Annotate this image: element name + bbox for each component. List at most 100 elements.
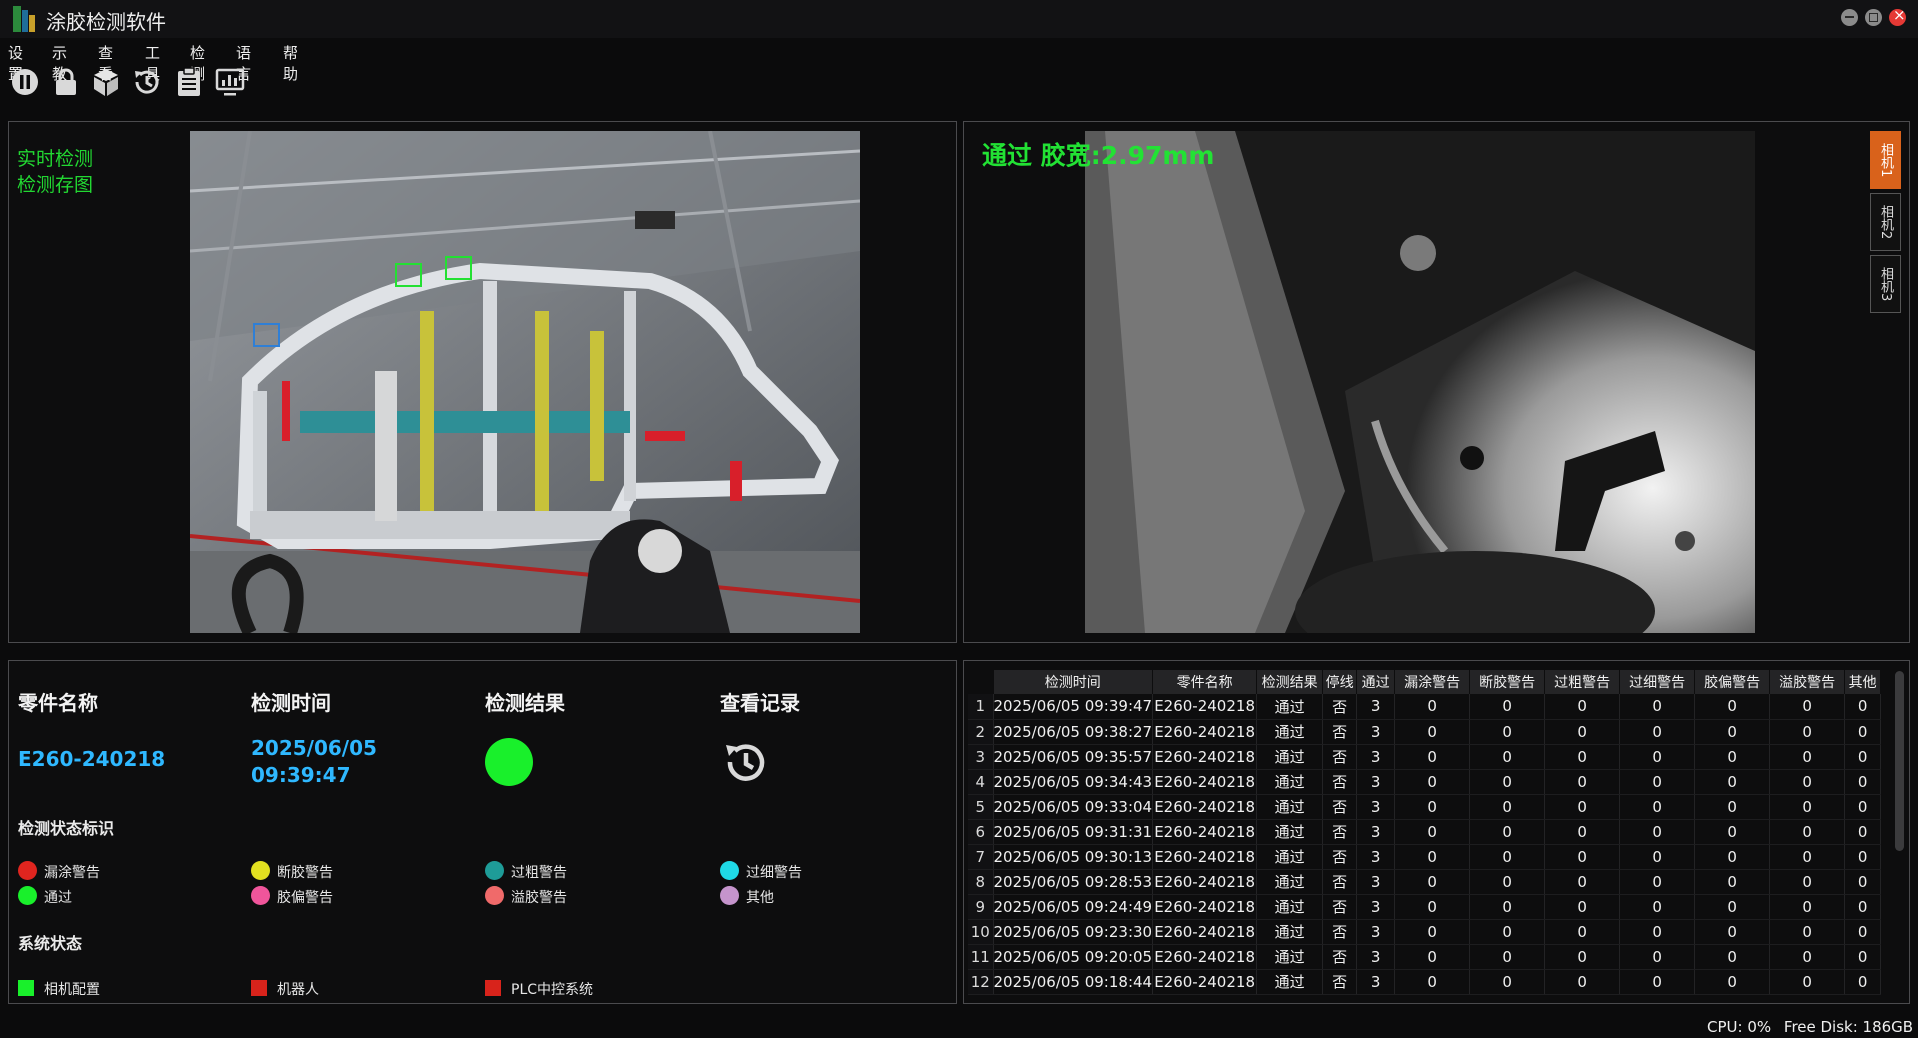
table-cell: 0 xyxy=(1469,744,1546,770)
system-status-label: 相机配置 xyxy=(44,982,100,998)
table-cell: 0 xyxy=(1619,844,1696,870)
column-header[interactable]: 溢胶警告 xyxy=(1769,670,1846,694)
maximize-button[interactable] xyxy=(1865,9,1882,26)
table-cell: 0 xyxy=(1619,794,1696,820)
table-cell: 通过 xyxy=(1256,719,1324,745)
table-row[interactable]: 1 2025/06/05 09:39:47 E260-240218 通过否 3 0 0 0 0 0… xyxy=(968,694,1882,720)
view-records-button[interactable] xyxy=(721,737,771,787)
column-header[interactable]: 过粗警告 xyxy=(1544,670,1621,694)
table-cell: 3 xyxy=(1356,844,1396,870)
table-cell: 否 xyxy=(1322,894,1358,920)
legend-dot xyxy=(251,886,270,905)
history-button[interactable] xyxy=(131,66,163,100)
column-header[interactable]: 零件名称 xyxy=(1152,670,1258,694)
table-cell: 通过 xyxy=(1256,694,1324,720)
camera-view-panel: 通过 胶宽:2.97mm 相机1 相机2 相机3 xyxy=(963,121,1910,643)
check-result-header: 检测结果 xyxy=(485,691,565,715)
table-cell: 0 xyxy=(1844,794,1882,820)
table-row[interactable]: 5 2025/06/05 09:33:04 E260-240218 通过否 3 0 0 0 0 0… xyxy=(968,794,1882,820)
records-table-panel: 检测时间 零件名称 检测结果 停线 通过 漏涂警告 断胶警告 过粗警告 过细警告 胶偏警告 溢胶警告… xyxy=(963,660,1910,1004)
column-header[interactable]: 停线 xyxy=(1322,670,1358,694)
statistics-button[interactable] xyxy=(214,66,246,100)
table-cell: E260-240218 xyxy=(1152,844,1258,870)
table-cell: 0 xyxy=(1694,769,1771,795)
table-row[interactable]: 12 2025/06/05 09:18:44 E260-240218 通过否 3 0 0 0 0… xyxy=(968,969,1882,995)
system-status-title: 系统状态 xyxy=(18,934,83,953)
table-cell: E260-240218 xyxy=(1152,694,1258,720)
column-header[interactable]: 漏涂警告 xyxy=(1394,670,1471,694)
table-cell: 2025/06/05 09:33:04 xyxy=(993,794,1154,820)
system-status-label: PLC中控系统 xyxy=(511,982,594,998)
table-cell: 0 xyxy=(1769,894,1846,920)
table-cell: 0 xyxy=(1394,969,1471,995)
saved-images-link[interactable]: 检测存图 xyxy=(17,170,93,197)
lock-icon xyxy=(56,68,76,95)
tab-camera-2-label: 相机2 xyxy=(1878,204,1893,240)
cpu-usage: CPU: 0% xyxy=(1707,1018,1772,1036)
table-cell: 0 xyxy=(1694,894,1771,920)
column-header[interactable]: 通过 xyxy=(1356,670,1396,694)
column-header[interactable]: 断胶警告 xyxy=(1469,670,1546,694)
table-row[interactable]: 8 2025/06/05 09:28:53 E260-240218 通过否 3 0 0 0 0 0… xyxy=(968,869,1882,895)
table-row[interactable]: 10 2025/06/05 09:23:30 E260-240218 通过否 3 0 0 0 0… xyxy=(968,919,1882,945)
row-index: 11 xyxy=(968,944,994,970)
table-cell: 0 xyxy=(1469,969,1546,995)
table-cell: 0 xyxy=(1769,869,1846,895)
cube-icon xyxy=(94,69,118,96)
table-cell: 否 xyxy=(1322,819,1358,845)
title-bar: 涂胶检测软件 xyxy=(0,0,1918,38)
table-cell: 通过 xyxy=(1256,844,1324,870)
table-scrollbar[interactable] xyxy=(1895,671,1904,851)
table-cell: 通过 xyxy=(1256,744,1324,770)
table-row[interactable]: 9 2025/06/05 09:24:49 E260-240218 通过否 3 0 0 0 0 0… xyxy=(968,894,1882,920)
row-index: 5 xyxy=(968,794,994,820)
column-header[interactable]: 其他 xyxy=(1844,670,1882,694)
table-cell: 0 xyxy=(1394,919,1471,945)
tab-camera-2[interactable]: 相机2 xyxy=(1870,193,1901,251)
table-cell: 0 xyxy=(1619,919,1696,945)
table-cell: 0 xyxy=(1694,719,1771,745)
column-header[interactable]: 胶偏警告 xyxy=(1694,670,1771,694)
table-cell: 0 xyxy=(1469,794,1546,820)
column-header[interactable]: 检测时间 xyxy=(993,670,1154,694)
pause-button[interactable] xyxy=(9,66,41,100)
table-cell: 0 xyxy=(1769,919,1846,945)
legend-label: 漏涂警告 xyxy=(44,865,100,881)
table-row[interactable]: 2 2025/06/05 09:38:27 E260-240218 通过否 3 0 0 0 0 0… xyxy=(968,719,1882,745)
table-cell: 否 xyxy=(1322,869,1358,895)
tab-camera-1[interactable]: 相机1 xyxy=(1870,131,1901,189)
table-row[interactable]: 6 2025/06/05 09:31:31 E260-240218 通过否 3 0 0 0 0 0… xyxy=(968,819,1882,845)
column-header[interactable]: 过细警告 xyxy=(1619,670,1696,694)
table-cell: 0 xyxy=(1469,919,1546,945)
close-button[interactable] xyxy=(1889,6,1906,26)
table-cell: 3 xyxy=(1356,744,1396,770)
lock-button[interactable] xyxy=(50,66,82,100)
table-cell: 0 xyxy=(1844,819,1882,845)
status-bar: CPU: 0% Free Disk: 186GB xyxy=(1707,1018,1913,1036)
minimize-button[interactable] xyxy=(1841,9,1858,26)
row-index: 7 xyxy=(968,844,994,870)
realtime-detect-link[interactable]: 实时检测 xyxy=(17,144,93,171)
table-cell: 0 xyxy=(1844,744,1882,770)
app-window: 涂胶检测软件 设置 示教 查看 工具 检测 语言 帮助 xyxy=(0,0,1918,1038)
table-cell: 3 xyxy=(1356,794,1396,820)
toolbar xyxy=(0,62,300,106)
table-row[interactable]: 3 2025/06/05 09:35:57 E260-240218 通过否 3 0 0 0 0 0… xyxy=(968,744,1882,770)
table-cell: 0 xyxy=(1394,769,1471,795)
table-cell: 通过 xyxy=(1256,944,1324,970)
table-row[interactable]: 11 2025/06/05 09:20:05 E260-240218 通过否 3 0 0 0 0… xyxy=(968,944,1882,970)
log-button[interactable] xyxy=(173,66,205,100)
table-cell: 0 xyxy=(1769,844,1846,870)
table-cell: E260-240218 xyxy=(1152,769,1258,795)
model-button[interactable] xyxy=(90,66,122,100)
table-cell: 0 xyxy=(1844,919,1882,945)
legend-dot xyxy=(720,861,739,880)
table-row[interactable]: 7 2025/06/05 09:30:13 E260-240218 通过否 3 0 0 0 0 0… xyxy=(968,844,1882,870)
tab-camera-3[interactable]: 相机3 xyxy=(1870,255,1901,313)
table-cell: 0 xyxy=(1544,894,1621,920)
table-cell: 通过 xyxy=(1256,769,1324,795)
legend-label: 溢胶警告 xyxy=(511,890,567,906)
column-header[interactable]: 检测结果 xyxy=(1256,670,1324,694)
table-row[interactable]: 4 2025/06/05 09:34:43 E260-240218 通过否 3 0 0 0 0 0… xyxy=(968,769,1882,795)
table-cell: 0 xyxy=(1769,944,1846,970)
